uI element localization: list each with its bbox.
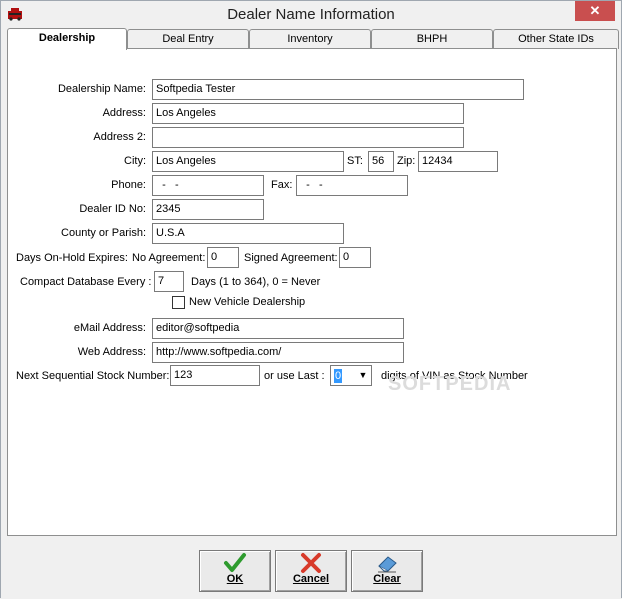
ok-label: OK	[226, 573, 244, 585]
tab-strip: Dealership Deal Entry Inventory BHPH Oth…	[7, 28, 619, 50]
dealership-name-label: Dealership Name:	[57, 83, 146, 95]
clear-label: Clear	[373, 573, 401, 585]
tab-inventory[interactable]: Inventory	[249, 29, 371, 49]
cancel-label: Cancel	[292, 573, 330, 585]
stock-field[interactable]: 123	[170, 365, 260, 386]
use-last-label: or use Last :	[264, 370, 325, 382]
signed-agreement-field[interactable]: 0	[339, 247, 371, 268]
address2-label: Address 2:	[93, 131, 146, 143]
web-field[interactable]: http://www.softpedia.com/	[152, 342, 404, 363]
x-icon	[301, 553, 321, 573]
new-vehicle-label: New Vehicle Dealership	[189, 296, 306, 308]
new-vehicle-checkbox[interactable]	[172, 296, 185, 309]
dealership-name-field[interactable]: Softpedia Tester	[152, 79, 524, 100]
checkmark-icon	[224, 553, 246, 572]
button-bar: OK Cancel Clear	[1, 537, 621, 599]
st-label: ST:	[347, 155, 363, 167]
address-field[interactable]: Los Angeles	[152, 103, 464, 124]
address-label: Address:	[102, 107, 146, 119]
county-field[interactable]: U.S.A	[152, 223, 344, 244]
tab-deal-entry[interactable]: Deal Entry	[127, 29, 249, 49]
tab-bhph[interactable]: BHPH	[371, 29, 493, 49]
softpedia-watermark: SOFTPEDIA	[388, 373, 512, 395]
eraser-icon	[378, 556, 397, 573]
email-field[interactable]: editor@softpedia	[152, 318, 404, 339]
days-onhold-label: Days On-Hold Expires:	[16, 252, 128, 264]
fax-label: Fax:	[271, 179, 293, 191]
signed-agreement-label: Signed Agreement:	[244, 252, 338, 264]
dealer-id-label: Dealer ID No:	[79, 203, 146, 215]
phone-field[interactable]: - -	[152, 175, 264, 196]
compact-field[interactable]: 7	[154, 271, 184, 292]
close-button[interactable]: ✕	[575, 1, 615, 21]
ok-button[interactable]: OK	[199, 550, 271, 592]
vin-digits-value: 0	[334, 369, 342, 383]
web-label: Web Address:	[77, 346, 146, 358]
cancel-button[interactable]: Cancel	[275, 550, 347, 592]
compact-label: Compact Database Every :	[20, 276, 152, 288]
compact-hint: Days (1 to 364), 0 = Never	[191, 276, 321, 288]
email-label: eMail Address:	[73, 322, 146, 334]
stock-label: Next Sequential Stock Number:	[16, 370, 170, 382]
dropdown-arrow-icon[interactable]: ▼	[355, 366, 371, 385]
dealership-panel: Dealership Name: Softpedia Tester Addres…	[7, 48, 617, 536]
vin-digits-select[interactable]: 0 ▼	[330, 365, 372, 386]
address2-field[interactable]	[152, 127, 464, 148]
st-field[interactable]: 56	[368, 151, 394, 172]
zip-label: Zip:	[397, 155, 416, 167]
window-title: Dealer Name Information	[227, 6, 395, 23]
tab-other-state-ids[interactable]: Other State IDs	[493, 29, 619, 49]
clear-button[interactable]: Clear	[351, 550, 423, 592]
dealer-id-field[interactable]: 2345	[152, 199, 264, 220]
county-label: County or Parish:	[61, 227, 146, 239]
city-field[interactable]: Los Angeles	[152, 151, 344, 172]
dealer-info-window: Dealer Name Information ✕ Dealership Dea…	[0, 0, 622, 599]
tab-dealership[interactable]: Dealership	[7, 28, 127, 50]
no-agreement-label: No Agreement:	[132, 252, 206, 264]
no-agreement-field[interactable]: 0	[207, 247, 239, 268]
title-bar: Dealer Name Information ✕	[1, 1, 621, 29]
zip-field[interactable]: 12434	[418, 151, 498, 172]
city-label: City:	[124, 155, 146, 167]
fax-field[interactable]: - -	[296, 175, 408, 196]
phone-label: Phone:	[111, 179, 146, 191]
